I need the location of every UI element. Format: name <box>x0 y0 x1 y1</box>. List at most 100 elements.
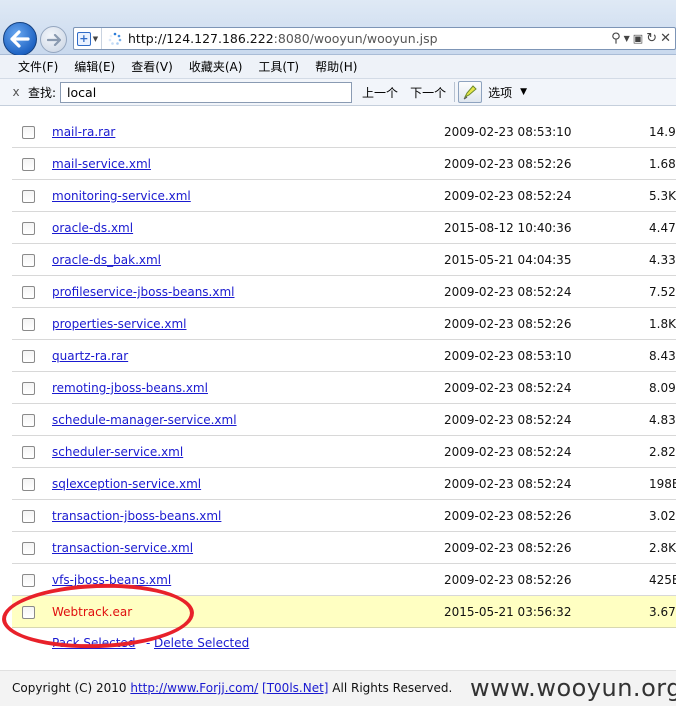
table-row: monitoring-service.xml 2009-02-23 08:52:… <box>12 180 676 212</box>
find-options-button[interactable]: 选项 <box>488 84 512 101</box>
close-find-icon[interactable]: x <box>10 85 22 99</box>
menu-edit[interactable]: 编辑(E) <box>74 58 115 75</box>
file-link[interactable]: sqlexception-service.xml <box>52 477 201 491</box>
bottom-strip <box>0 706 676 713</box>
menu-view[interactable]: 查看(V) <box>131 58 173 75</box>
row-checkbox[interactable] <box>22 414 35 427</box>
address-bar[interactable]: + ▼ http://124.127.186.222:8080/wooyun/w… <box>73 27 676 50</box>
table-row: quartz-ra.rar 2009-02-23 08:53:10 8.43 <box>12 340 676 372</box>
find-next-button[interactable]: 下一个 <box>410 84 446 101</box>
file-date: 2009-02-23 08:52:26 <box>444 317 572 331</box>
find-previous-button[interactable]: 上一个 <box>362 84 398 101</box>
file-link[interactable]: vfs-jboss-beans.xml <box>52 573 171 587</box>
file-date: 2009-02-23 08:52:26 <box>444 541 572 555</box>
address-tools: ⚲ ▼ ▣ ↻ ✕ <box>611 32 675 45</box>
row-checkbox[interactable] <box>22 222 35 235</box>
row-checkbox[interactable] <box>22 510 35 523</box>
divider <box>454 82 456 102</box>
find-bar: x 查找: 上一个 下一个 选项 ▼ <box>0 79 676 106</box>
watermark: www.wooyun.org <box>470 674 676 702</box>
refresh-icon[interactable]: ↻ <box>646 32 657 45</box>
file-link[interactable]: schedule-manager-service.xml <box>52 413 237 427</box>
table-row: vfs-jboss-beans.xml 2009-02-23 08:52:26 … <box>12 564 676 596</box>
row-checkbox[interactable] <box>22 446 35 459</box>
file-size: 14.9 <box>649 125 676 139</box>
table-row: scheduler-service.xml 2009-02-23 08:52:2… <box>12 436 676 468</box>
row-checkbox[interactable] <box>22 286 35 299</box>
table-row: oracle-ds_bak.xml 2015-05-21 04:04:35 4.… <box>12 244 676 276</box>
file-link[interactable]: oracle-ds_bak.xml <box>52 253 161 267</box>
row-checkbox[interactable] <box>22 542 35 555</box>
menu-help[interactable]: 帮助(H) <box>315 58 357 75</box>
file-link[interactable]: transaction-jboss-beans.xml <box>52 509 221 523</box>
table-row: mail-ra.rar 2009-02-23 08:53:10 14.9 <box>12 116 676 148</box>
copyright-text: Copyright (C) 2010 http://www.Forjj.com/… <box>12 681 452 695</box>
file-link[interactable]: remoting-jboss-beans.xml <box>52 381 208 395</box>
arrow-right-icon <box>46 33 61 46</box>
table-row: remoting-jboss-beans.xml 2009-02-23 08:5… <box>12 372 676 404</box>
file-link[interactable]: mail-ra.rar <box>52 125 115 139</box>
find-input[interactable] <box>60 81 353 103</box>
menu-file[interactable]: 文件(F) <box>18 58 58 75</box>
file-link[interactable]: Webtrack.ear <box>52 605 132 619</box>
file-date: 2009-02-23 08:52:26 <box>444 509 572 523</box>
forward-button[interactable] <box>40 26 67 53</box>
file-size: 7.52 <box>649 285 676 299</box>
row-checkbox[interactable] <box>22 478 35 491</box>
file-size: 2.82 <box>649 445 676 459</box>
row-checkbox[interactable] <box>22 350 35 363</box>
file-size: 1.8K <box>649 317 676 331</box>
compat-view-icon[interactable]: ▣ <box>633 33 643 44</box>
file-date: 2009-02-23 08:52:24 <box>444 445 572 459</box>
file-size: 3.02 <box>649 509 676 523</box>
file-link[interactable]: scheduler-service.xml <box>52 445 183 459</box>
file-size: 1.68 <box>649 157 676 171</box>
file-link[interactable]: mail-service.xml <box>52 157 151 171</box>
search-icon[interactable]: ⚲ <box>611 32 621 45</box>
file-link[interactable]: quartz-ra.rar <box>52 349 128 363</box>
rights-label: All Rights Reserved. <box>332 681 453 695</box>
file-link[interactable]: properties-service.xml <box>52 317 187 331</box>
back-button[interactable] <box>3 22 37 56</box>
file-date: 2009-02-23 08:53:10 <box>444 349 572 363</box>
row-checkbox[interactable] <box>22 254 35 267</box>
copyright-label: Copyright (C) 2010 <box>12 681 127 695</box>
highlighter-icon <box>463 85 477 100</box>
file-date: 2009-02-23 08:52:24 <box>444 413 572 427</box>
find-label: 查找: <box>28 85 57 100</box>
url-text[interactable]: http://124.127.186.222:8080/wooyun/wooyu… <box>124 31 611 46</box>
file-link[interactable]: transaction-service.xml <box>52 541 193 555</box>
row-checkbox[interactable] <box>22 574 35 587</box>
url-path: :8080/wooyun/wooyun.jsp <box>273 31 438 46</box>
file-date: 2009-02-23 08:52:26 <box>444 573 572 587</box>
t00ls-link[interactable]: [T00ls.Net] <box>262 681 328 695</box>
table-row: mail-service.xml 2009-02-23 08:52:26 1.6… <box>12 148 676 180</box>
url-host: http://124.127.186.222 <box>128 31 274 46</box>
highlight-matches-button[interactable] <box>458 81 483 103</box>
file-link[interactable]: profileservice-jboss-beans.xml <box>52 285 235 299</box>
row-checkbox[interactable] <box>22 126 35 139</box>
row-checkbox[interactable] <box>22 382 35 395</box>
loading-spinner-icon <box>106 30 124 48</box>
site-identity-button[interactable]: + ▼ <box>74 28 102 49</box>
menu-bar: 文件(F) 编辑(E) 查看(V) 收藏夹(A) 工具(T) 帮助(H) <box>0 55 676 79</box>
add-site-icon: + <box>76 31 91 46</box>
chevron-down-icon[interactable]: ▼ <box>520 87 527 97</box>
file-size: 4.47 <box>649 221 676 235</box>
file-link[interactable]: monitoring-service.xml <box>52 189 191 203</box>
row-checkbox[interactable] <box>22 606 35 619</box>
file-size: 198E <box>649 477 676 491</box>
row-checkbox[interactable] <box>22 158 35 171</box>
file-date: 2009-02-23 08:52:24 <box>444 285 572 299</box>
pack-selected-link[interactable]: Pack Selected <box>52 636 135 650</box>
menu-tools[interactable]: 工具(T) <box>258 58 299 75</box>
file-link[interactable]: oracle-ds.xml <box>52 221 133 235</box>
chevron-down-icon[interactable]: ▼ <box>624 34 630 43</box>
table-row: sqlexception-service.xml 2009-02-23 08:5… <box>12 468 676 500</box>
menu-favorites[interactable]: 收藏夹(A) <box>189 58 243 75</box>
delete-selected-link[interactable]: Delete Selected <box>154 636 249 650</box>
forjj-link[interactable]: http://www.Forjj.com/ <box>130 681 258 695</box>
row-checkbox[interactable] <box>22 318 35 331</box>
row-checkbox[interactable] <box>22 190 35 203</box>
close-icon[interactable]: ✕ <box>660 32 671 45</box>
